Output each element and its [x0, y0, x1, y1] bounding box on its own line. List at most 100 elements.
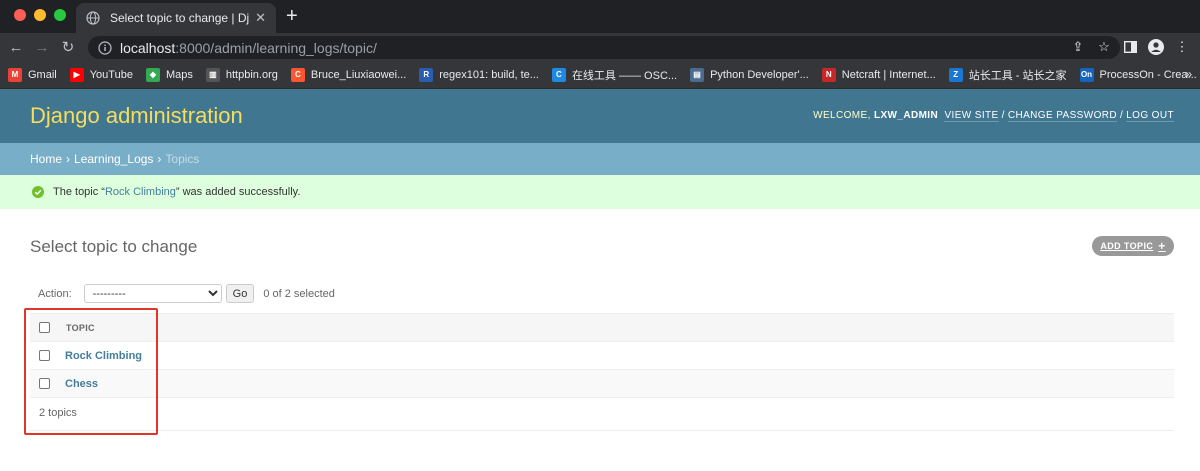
- topic-link[interactable]: Rock Climbing: [58, 350, 142, 362]
- user-tools: WELCOME, LXW_ADMIN VIEW SITE / CHANGE PASS…: [813, 110, 1174, 122]
- change-password-link[interactable]: CHANGE PASSWORD: [1007, 110, 1117, 122]
- plus-icon: +: [1158, 239, 1166, 253]
- topic-link[interactable]: Chess: [58, 378, 98, 390]
- site-info-icon[interactable]: [98, 40, 112, 55]
- window-controls: [14, 9, 66, 21]
- bookmark-label: 站长工具 - 站长之家: [968, 69, 1067, 82]
- bookmark-item[interactable]: ◆ Maps: [145, 67, 193, 82]
- welcome-text: WELCOME,: [813, 110, 874, 121]
- breadcrumb-current: Topics: [165, 152, 200, 166]
- action-select[interactable]: ---------: [83, 284, 222, 303]
- bookmark-label: ProcessOn - Crea...: [1099, 68, 1197, 81]
- bookmark-label: Maps: [165, 68, 193, 81]
- bookmark-label: Netcraft | Internet...: [841, 68, 936, 81]
- close-window-button[interactable]: [14, 9, 26, 21]
- bookmark-item[interactable]: M Gmail: [8, 67, 57, 82]
- row-checkbox[interactable]: [39, 350, 50, 361]
- result-list-table: TOPIC Rock Climbing Chess: [30, 313, 1174, 398]
- breadcrumb: Home › Learning_Logs › Topics: [0, 143, 1200, 175]
- table-header-row: TOPIC: [30, 313, 1174, 342]
- regex101-icon: R: [419, 67, 434, 82]
- success-check-icon: [32, 186, 44, 198]
- admin-header: Django administration WELCOME, LXW_ADMIN…: [0, 89, 1200, 143]
- log-out-link[interactable]: LOG OUT: [1126, 110, 1174, 122]
- bookmark-item[interactable]: ▥ httpbin.org: [205, 67, 278, 82]
- toolbar-right-icons: ⇪ ☆ ⋮: [1070, 33, 1190, 61]
- bookmark-item[interactable]: C 在线工具 —— OSC...: [551, 67, 678, 83]
- add-topic-label: ADD TOPIC: [1100, 241, 1154, 251]
- username: LXW_ADMIN: [873, 110, 939, 121]
- back-arrow-icon[interactable]: ←: [3, 39, 29, 56]
- zoom-window-button[interactable]: [54, 9, 66, 21]
- changelist-content: Select topic to change ADD TOPIC + Action…: [0, 209, 1200, 471]
- add-topic-button[interactable]: ADD TOPIC +: [1092, 236, 1174, 256]
- bookmarks-overflow-icon[interactable]: »: [1185, 67, 1192, 81]
- maps-icon: ◆: [145, 67, 160, 82]
- actions-bar: Action: --------- Go 0 of 2 selected: [38, 284, 335, 303]
- paginator: 2 topics: [30, 396, 1174, 431]
- bookmark-label: httpbin.org: [225, 68, 278, 81]
- csdn-icon: C: [290, 67, 305, 82]
- python-docs-icon: ▤: [690, 67, 705, 82]
- browser-tab-bar: Select topic to change | Djang ✕ +: [0, 0, 1200, 33]
- page-title: Select topic to change: [30, 237, 198, 256]
- selection-counter: 0 of 2 selected: [263, 287, 335, 300]
- select-all-cell: [30, 314, 58, 342]
- oschina-icon: C: [551, 67, 566, 82]
- bookmark-label: YouTube: [89, 68, 133, 81]
- new-tab-plus-icon[interactable]: +: [286, 4, 298, 28]
- share-icon[interactable]: ⇪: [1070, 39, 1086, 55]
- select-all-checkbox[interactable]: [39, 322, 50, 333]
- bookmark-item[interactable]: On ProcessOn - Crea...: [1079, 67, 1197, 82]
- row-checkbox[interactable]: [39, 378, 50, 389]
- minimize-window-button[interactable]: [34, 9, 46, 21]
- bookmarks-bar: M Gmail ▶ YouTube ◆ Maps ▥ httpbin.org C Bruce_Li…: [0, 61, 1200, 89]
- bookmark-item[interactable]: Rregex101: build, te...: [419, 67, 539, 82]
- breadcrumb-separator: ›: [66, 152, 71, 166]
- breadcrumb-separator: ›: [157, 152, 162, 166]
- reload-icon[interactable]: ↻: [55, 38, 81, 56]
- bookmark-label: Python Developer'...: [710, 68, 809, 81]
- browser-tab[interactable]: Select topic to change | Djang ✕: [76, 3, 276, 33]
- netcraft-icon: N: [821, 67, 836, 82]
- close-tab-icon[interactable]: ✕: [255, 10, 266, 26]
- address-bar[interactable]: localhost:8000/admin/learning_logs/topic…: [88, 36, 1120, 59]
- httpbin-icon: ▥: [205, 67, 220, 82]
- profile-avatar-icon[interactable]: [1148, 39, 1164, 55]
- breadcrumb-app[interactable]: Learning_Logs: [74, 152, 153, 166]
- browser-toolbar: ← → ↻ localhost:8000/admin/learning_logs…: [0, 33, 1200, 61]
- tab-title: Select topic to change | Djang: [110, 11, 250, 25]
- bookmark-item[interactable]: ▤ Python Developer'...: [690, 67, 809, 82]
- bookmark-star-icon[interactable]: ☆: [1096, 39, 1112, 55]
- bookmark-label: Bruce_Liuxiaowei...: [310, 68, 407, 81]
- gmail-icon: M: [8, 67, 22, 82]
- message-prefix: The topic “: [53, 186, 105, 198]
- url-host: localhost: [120, 39, 176, 56]
- globe-icon: [86, 11, 100, 25]
- view-site-link[interactable]: VIEW SITE: [944, 110, 999, 122]
- youtube-icon: ▶: [69, 67, 84, 82]
- bookmark-item[interactable]: N Netcraft | Internet...: [821, 67, 936, 82]
- bookmark-item[interactable]: Z 站长工具 - 站长之家: [948, 67, 1067, 83]
- chinaz-icon: Z: [948, 67, 963, 82]
- bookmark-label: regex101: build, te...: [439, 68, 539, 81]
- message-topic-link[interactable]: Rock Climbing: [105, 186, 176, 198]
- sidebar-panel-icon[interactable]: [1122, 39, 1138, 55]
- table-row: Rock Climbing: [30, 342, 1174, 370]
- browser-menu-icon[interactable]: ⋮: [1174, 39, 1190, 55]
- site-branding[interactable]: Django administration: [30, 103, 243, 129]
- go-button[interactable]: Go: [225, 284, 255, 303]
- bookmark-item[interactable]: C Bruce_Liuxiaowei...: [290, 67, 407, 82]
- bookmark-label: 在线工具 —— OSC...: [571, 69, 678, 82]
- processon-icon: On: [1079, 67, 1094, 82]
- action-label: Action:: [38, 287, 72, 300]
- url-path: :8000/admin/learning_logs/topic/: [175, 39, 377, 56]
- message-suffix: ” was added successfully.: [175, 186, 301, 198]
- success-message: The topic “Rock Climbing” was added succ…: [0, 175, 1200, 209]
- bookmark-item[interactable]: ▶ YouTube: [69, 67, 133, 82]
- breadcrumb-home[interactable]: Home: [30, 152, 62, 166]
- column-header-topic[interactable]: TOPIC: [58, 314, 1174, 342]
- forward-arrow-icon[interactable]: →: [29, 39, 55, 56]
- table-row: Chess: [30, 369, 1174, 398]
- bookmark-label: Gmail: [28, 68, 57, 81]
